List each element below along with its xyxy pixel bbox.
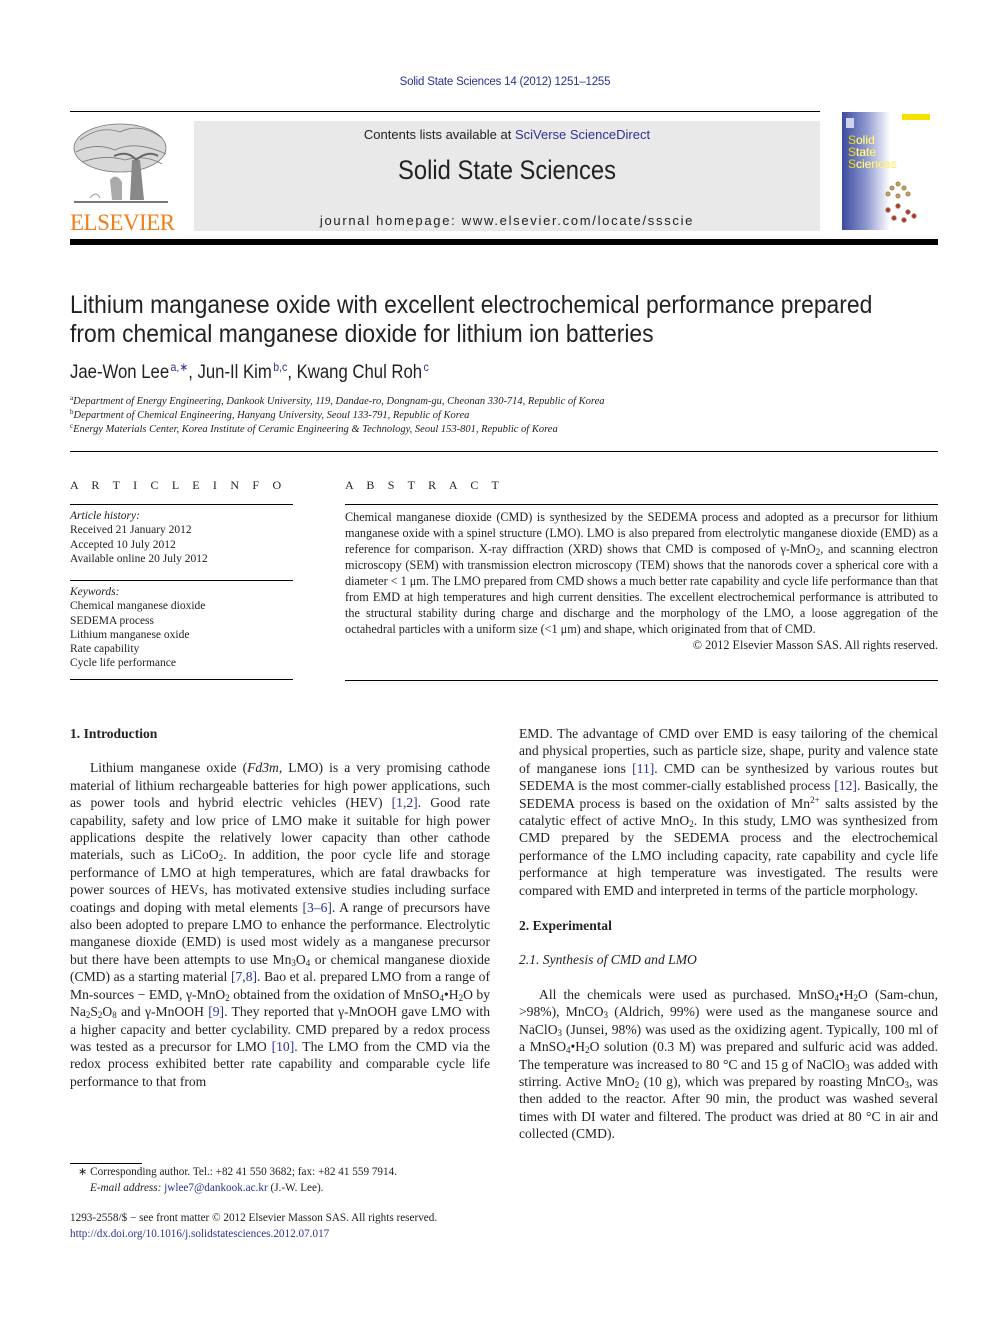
affiliation-text: Department of Energy Engineering, Dankoo…	[73, 396, 605, 407]
affiliation-text: Energy Materials Center, Korea Institute…	[73, 424, 558, 435]
footnote-divider	[70, 1163, 142, 1164]
journal-citation[interactable]: Solid State Sciences 14 (2012) 1251–1255	[0, 76, 992, 88]
svg-text:ciences: ciences	[856, 157, 897, 171]
journal-cover-thumbnail[interactable]: S olid S tate S ciences	[842, 112, 938, 230]
header-thick-rule	[70, 239, 938, 245]
divider	[345, 504, 938, 505]
abstract-paragraph: Chemical manganese dioxide (CMD) is synt…	[345, 509, 938, 637]
keyword-item: Lithium manganese oxide	[70, 628, 190, 641]
author-affiliation-marks[interactable]: c	[424, 360, 429, 374]
author-separator: ,	[287, 362, 297, 383]
text-run: All the chemicals were used as purchased…	[539, 986, 835, 1002]
author-list: Jae-Won Lee a,∗, Jun-Il Kim b,c, Kwang C…	[70, 360, 429, 384]
history-online: Available online 20 July 2012	[70, 552, 208, 565]
divider	[70, 679, 293, 680]
text-run: •H	[838, 986, 854, 1002]
abstract-body: Chemical manganese dioxide (CMD) is synt…	[345, 509, 938, 653]
elsevier-logo[interactable]: ELSEVIER	[70, 120, 175, 235]
abstract-copyright: © 2012 Elsevier Masson SAS. All rights r…	[692, 638, 938, 652]
divider	[345, 680, 938, 681]
citation-link[interactable]: [1,2]	[392, 795, 418, 810]
front-matter: 1293-2558/$ − see front matter © 2012 El…	[70, 1211, 437, 1242]
article-history-heading: Article history:	[70, 510, 140, 522]
email-suffix: (J.-W. Lee).	[267, 1181, 324, 1194]
text-run: S	[90, 1004, 98, 1020]
text-run: obtained from the oxidation of MnSO	[229, 986, 440, 1002]
citation-link[interactable]: [11]	[632, 761, 654, 776]
author-name[interactable]: Jun-Il Kim	[198, 362, 272, 383]
history-accepted: Accepted 10 July 2012	[70, 538, 176, 551]
article-history: Article history: Received 21 January 201…	[70, 509, 208, 566]
text-run: (10 g), which was prepared by roasting M…	[639, 1073, 905, 1089]
sciencedirect-link[interactable]: SciVerse ScienceDirect	[515, 127, 650, 142]
experimental-paragraph: All the chemicals were used as purchased…	[519, 986, 938, 1143]
author-name[interactable]: Jae-Won Lee	[70, 362, 169, 383]
history-received: Received 21 January 2012	[70, 524, 192, 537]
author-affiliation-marks[interactable]: a,∗	[171, 360, 189, 374]
citation-link[interactable]: [9]	[208, 1004, 224, 1019]
text-run: O	[102, 1004, 113, 1020]
divider	[70, 580, 293, 581]
citation-link[interactable]: [10]	[272, 1039, 295, 1054]
keyword-item: Cycle life performance	[70, 657, 176, 670]
affiliations: aDepartment of Energy Engineering, Danko…	[70, 395, 605, 437]
affiliation-text: Department of Chemical Engineering, Hany…	[73, 410, 470, 421]
intro-paragraph: Lithium manganese oxide (Fd3m, LMO) is a…	[70, 759, 490, 1090]
contents-line: Contents lists available at SciVerse Sci…	[194, 127, 820, 142]
journal-title: Solid State Sciences	[398, 155, 616, 185]
text-run: Lithium manganese oxide (	[90, 760, 248, 776]
body-column-left: 1. Introduction Lithium manganese oxide …	[70, 725, 490, 1090]
journal-cover-icon: S olid S tate S ciences	[842, 112, 938, 230]
header-divider	[70, 111, 820, 112]
divider	[70, 504, 293, 505]
text-run: •H	[570, 1039, 586, 1055]
keyword-item: Rate capability	[70, 643, 140, 656]
issn-copyright: 1293-2558/$ − see front matter © 2012 El…	[70, 1212, 438, 1224]
article-info-heading: A R T I C L E I N F O	[70, 478, 287, 492]
text-run: O	[295, 951, 306, 967]
space-group-italic: Fd3m	[247, 760, 279, 776]
abstract-text-run: , and scanning electron microscopy (SEM)…	[345, 542, 938, 636]
text-run: •H	[444, 986, 459, 1002]
section-heading-introduction: 1. Introduction	[70, 726, 158, 741]
abstract-heading: A B S T R A C T	[345, 478, 505, 492]
doi-link[interactable]: http://dx.doi.org/10.1016/j.solidstatesc…	[70, 1227, 437, 1243]
journal-masthead: Contents lists available at SciVerse Sci…	[194, 121, 820, 231]
article-title-line-1: Lithium manganese oxide with excellent e…	[70, 291, 873, 319]
author-name[interactable]: Kwang Chul Roh	[297, 362, 422, 383]
keywords-heading: Keywords:	[70, 586, 120, 598]
article-title-line-2: from chemical manganese dioxide for lith…	[70, 320, 654, 348]
elsevier-wordmark: ELSEVIER	[70, 210, 175, 235]
intro-paragraph-continued: EMD. The advantage of CMD over EMD is ea…	[519, 725, 938, 899]
section-heading-experimental: 2. Experimental	[519, 918, 612, 934]
subsection-heading: 2.1. Synthesis of CMD and LMO	[519, 952, 697, 968]
divider	[70, 451, 938, 452]
author-separator: ,	[188, 362, 198, 383]
affiliation-item: cEnergy Materials Center, Korea Institut…	[70, 423, 605, 437]
affiliation-item: bDepartment of Chemical Engineering, Han…	[70, 409, 605, 423]
email-link[interactable]: jwlee7@dankook.ac.kr	[164, 1182, 268, 1194]
corresponding-author-note: ∗ Corresponding author. Tel.: +82 41 550…	[78, 1166, 398, 1178]
citation-link[interactable]: [12]	[834, 778, 857, 793]
text-run: and γ-MnOOH	[116, 1004, 209, 1020]
citation-link[interactable]: [3–6]	[302, 900, 331, 915]
citation-link[interactable]: [7,8]	[231, 969, 257, 984]
article-title: Lithium manganese oxide with excellent e…	[70, 291, 875, 349]
footnotes: ∗ Corresponding author. Tel.: +82 41 550…	[78, 1165, 397, 1196]
contents-prefix: Contents lists available at	[363, 127, 515, 142]
keyword-item: SEDEMA process	[70, 614, 155, 627]
body-column-right: EMD. The advantage of CMD over EMD is ea…	[519, 725, 938, 1143]
author-affiliation-marks[interactable]: b,c	[273, 360, 287, 374]
email-label: E-mail address:	[90, 1181, 165, 1194]
svg-text:S: S	[848, 157, 856, 171]
keywords: Keywords: Chemical manganese dioxide SED…	[70, 585, 205, 671]
elsevier-tree-icon	[70, 120, 172, 210]
email-note: E-mail address: jwlee7@dankook.ac.kr (J.…	[78, 1181, 397, 1197]
keyword-item: Chemical manganese dioxide	[70, 600, 206, 613]
affiliation-item: aDepartment of Energy Engineering, Danko…	[70, 395, 605, 409]
journal-homepage[interactable]: journal homepage: www.elsevier.com/locat…	[194, 213, 820, 228]
superscript: 2+	[810, 794, 820, 805]
